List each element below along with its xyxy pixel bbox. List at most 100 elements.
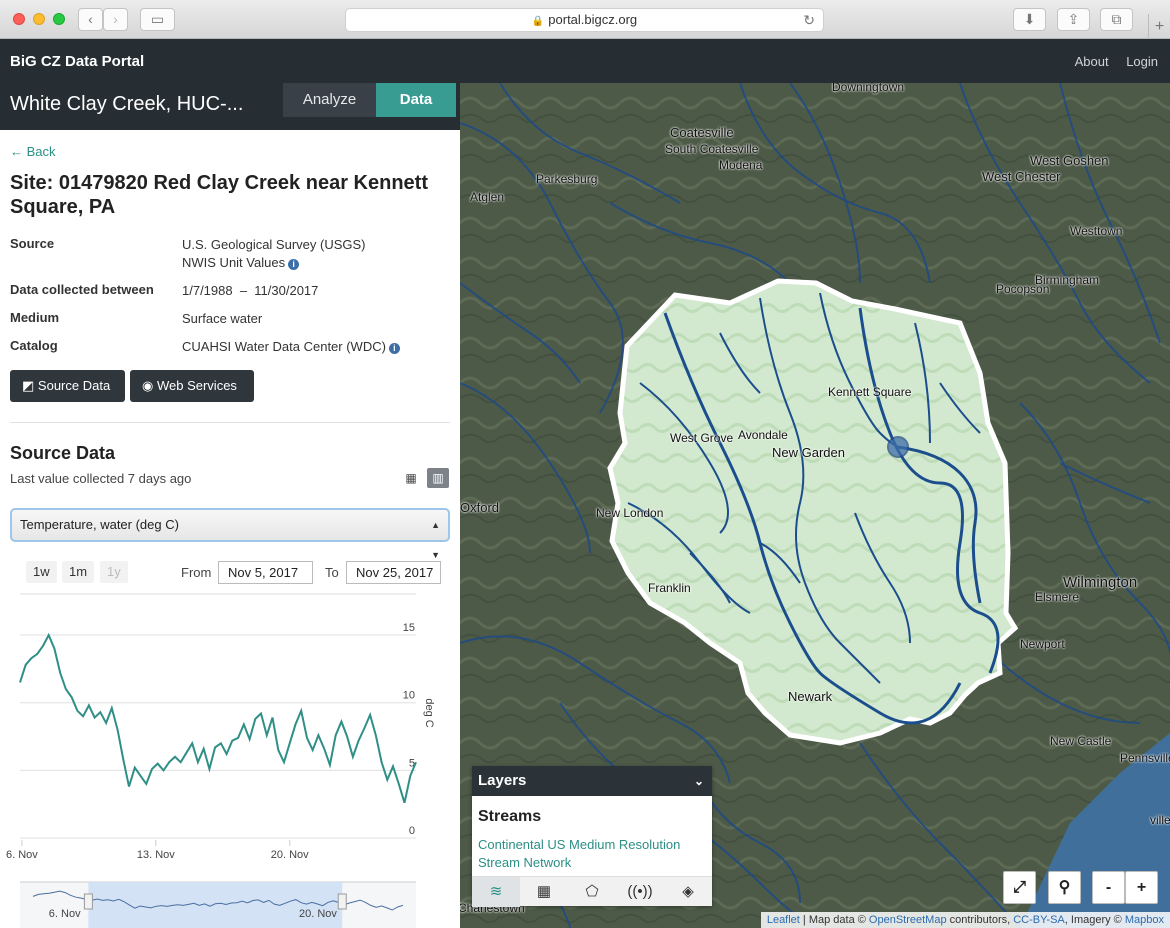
to-label: To: [325, 565, 339, 580]
web-services-button[interactable]: ◉ Web Services: [130, 370, 254, 402]
navigator-handle: [83, 893, 93, 910]
sidebar: White Clay Creek, HUC-... Analyze Data ←…: [0, 83, 460, 928]
variable-select-value: Temperature, water (deg C): [20, 517, 179, 532]
meta-label: Data collected between: [10, 282, 154, 297]
minimize-window-button[interactable]: [33, 13, 45, 25]
meta-label: Catalog: [10, 338, 58, 353]
browser-toolbar: ‹ › ▭ 🔒 portal.bigcz.org ↻ ⬇ ⇪ ⧉ +: [0, 0, 1170, 39]
back-link[interactable]: ← Back: [10, 144, 56, 159]
tab-analyze[interactable]: Analyze: [283, 83, 376, 117]
range-1m-button[interactable]: 1m: [62, 561, 95, 583]
place-label: South Coatesville: [665, 142, 759, 156]
map[interactable]: Downingtown Coatesville South Coatesvill…: [460, 83, 1170, 928]
stream-network-link[interactable]: Continental US Medium Resolution Stream …: [478, 836, 698, 872]
address-bar[interactable]: 🔒 portal.bigcz.org ↻: [345, 8, 824, 32]
login-link[interactable]: Login: [1126, 54, 1158, 69]
meta-value: U.S. Geological Survey (USGS) NWIS Unit …: [182, 236, 452, 272]
place-label: Newport: [1020, 637, 1065, 651]
info-icon[interactable]: i: [288, 259, 300, 270]
fullscreen-icon[interactable]: ⤢: [1003, 871, 1036, 904]
place-label: Avondale: [738, 428, 788, 442]
zoom-out-button[interactable]: -: [1092, 871, 1125, 904]
chevron-down-icon[interactable]: ⌄: [694, 766, 704, 796]
place-label: Pennsville: [1120, 751, 1170, 765]
last-value-text: Last value collected 7 days ago: [10, 471, 192, 486]
back-arrow-icon[interactable]: ‹: [78, 8, 103, 31]
place-label: New Castle: [1050, 734, 1112, 748]
locate-icon[interactable]: ⚲: [1048, 871, 1081, 904]
place-label: West Chester: [982, 169, 1061, 184]
zoom-window-button[interactable]: [53, 13, 65, 25]
license-link[interactable]: CC-BY-SA: [1013, 914, 1065, 926]
layers-tabbar: ≋ ▦ ⬠ ((•)) ◈: [472, 876, 712, 907]
site-marker[interactable]: [887, 436, 909, 458]
chart: 0 5 10 15 deg C 6. Nov 13. Nov 20. Nov 6. Nov 20.…: [0, 592, 460, 928]
brand-logo[interactable]: BiG CZ Data Portal: [10, 53, 144, 70]
place-label: Atglen: [470, 190, 505, 204]
y-axis-label: deg C: [423, 698, 435, 727]
navigator-handle: [337, 893, 347, 910]
place-label: West Grove: [670, 431, 734, 445]
place-label: Downingtown: [832, 83, 905, 94]
y-tick-label: 0: [409, 825, 415, 837]
variable-select[interactable]: Temperature, water (deg C) ▲ ▼: [10, 508, 450, 560]
url-text: portal.bigcz.org: [548, 12, 638, 27]
meta-label: Source: [10, 236, 55, 251]
tab-data[interactable]: Data: [376, 83, 456, 117]
reload-icon[interactable]: ↻: [803, 9, 815, 31]
info-icon[interactable]: i: [388, 343, 400, 354]
about-link[interactable]: About: [1075, 54, 1109, 69]
streams-icon[interactable]: ≋: [472, 877, 520, 907]
layers-subtitle: Streams: [478, 808, 542, 825]
share-icon[interactable]: ⇪: [1057, 8, 1090, 31]
x-tick-label: 13. Nov: [137, 849, 175, 861]
download-icon[interactable]: ⬇: [1013, 8, 1046, 31]
mapbox-link[interactable]: Mapbox: [1125, 914, 1164, 926]
from-date-input[interactable]: Nov 5, 2017: [218, 561, 313, 584]
place-label: Kennett Square: [828, 385, 912, 399]
meta-value: Surface water: [182, 311, 263, 326]
y-tick-label: 10: [403, 690, 415, 702]
table-view-icon[interactable]: ▦: [400, 468, 422, 488]
globe-icon: ◉: [142, 378, 154, 393]
source-data-heading: Source Data: [10, 443, 116, 463]
zoom-in-button[interactable]: +: [1125, 871, 1158, 904]
to-date-input[interactable]: Nov 25, 2017: [346, 561, 441, 584]
range-1y-button[interactable]: 1y: [100, 561, 128, 583]
sidebar-toggle-icon[interactable]: ▭: [140, 8, 175, 31]
x-tick-label: 20. Nov: [271, 849, 309, 861]
meta-value: CUAHSI Water Data Center (WDC) i: [182, 338, 452, 356]
area-title: White Clay Creek, HUC-...: [10, 93, 244, 115]
source-agency: U.S. Geological Survey (USGS): [182, 237, 366, 252]
polygon-icon[interactable]: ⬠: [568, 877, 616, 907]
new-tab-icon[interactable]: +: [1148, 14, 1170, 39]
place-label: Coatesville: [670, 125, 734, 140]
place-label: Elsmere: [1035, 590, 1080, 604]
osm-link[interactable]: OpenStreetMap: [869, 914, 947, 926]
meta-label: Medium: [10, 310, 60, 325]
grid-icon[interactable]: ▦: [520, 877, 568, 907]
tabs-icon[interactable]: ⧉: [1100, 8, 1133, 31]
place-label: Newark: [788, 689, 833, 704]
forward-arrow-icon[interactable]: ›: [103, 8, 128, 31]
catalog-name: CUAHSI Water Data Center (WDC): [182, 339, 386, 354]
leaflet-link[interactable]: Leaflet: [767, 914, 800, 926]
series-line: [19, 632, 417, 804]
place-label: Wilmington: [1063, 574, 1138, 591]
chart-view-icon[interactable]: ▥: [427, 468, 449, 488]
external-link-icon: ◩: [22, 378, 35, 393]
close-window-button[interactable]: [13, 13, 25, 25]
divider: [10, 422, 450, 423]
place-label: New Garden: [772, 445, 845, 460]
source-data-button[interactable]: ◩ Source Data: [10, 370, 125, 402]
place-label: Franklin: [648, 581, 691, 595]
map-attribution: Leaflet | Map data © OpenStreetMap contr…: [760, 912, 1170, 928]
layers-header[interactable]: Layers ⌄: [472, 766, 712, 796]
range-1w-button[interactable]: 1w: [26, 561, 57, 583]
site-title: Site: 01479820 Red Clay Creek near Kenne…: [10, 172, 428, 218]
web-services-label: Web Services: [156, 378, 237, 393]
x-tick-label: 6. Nov: [6, 849, 38, 861]
sidebar-header: White Clay Creek, HUC-... Analyze Data: [0, 83, 460, 130]
layers-stack-icon[interactable]: ◈: [664, 877, 712, 907]
signal-icon[interactable]: ((•)): [616, 877, 664, 907]
